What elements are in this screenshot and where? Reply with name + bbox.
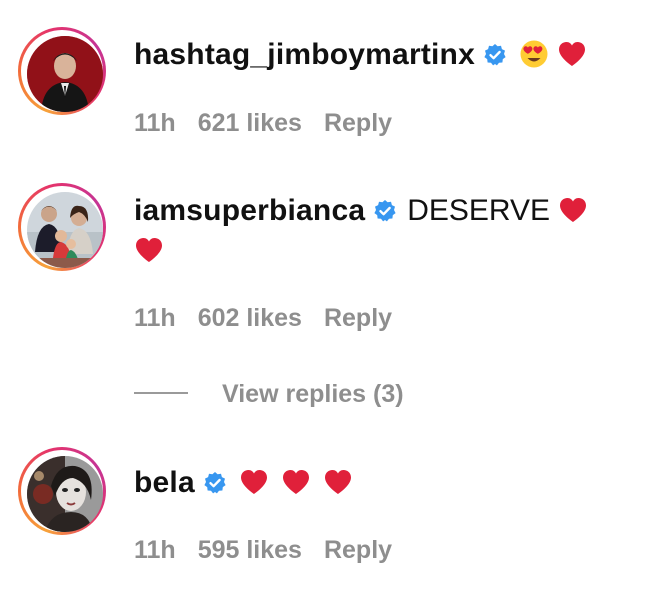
- reply-button[interactable]: Reply: [324, 535, 392, 565]
- comment-text: iamsuperbianca DESERVE: [134, 193, 588, 234]
- verified-badge-icon: [373, 196, 397, 232]
- red-heart-emoji-icon: [558, 195, 588, 234]
- avatar-story-ring[interactable]: [18, 27, 106, 115]
- avatar[interactable]: [27, 192, 103, 268]
- avatar[interactable]: [27, 36, 103, 112]
- comment-text-continued: [126, 233, 164, 274]
- avatar-gap: [21, 186, 103, 268]
- reply-button[interactable]: Reply: [324, 108, 392, 138]
- avatar-gap: [21, 450, 103, 532]
- verified-badge-icon: [483, 40, 507, 76]
- timestamp: 11h: [134, 536, 176, 564]
- comment-meta: 11h 602 likes Reply: [134, 303, 392, 333]
- view-replies[interactable]: View replies (3): [134, 379, 404, 409]
- avatar-story-ring[interactable]: [18, 447, 106, 535]
- comment-text: bela: [134, 465, 353, 506]
- red-heart-emoji-icon: [557, 39, 587, 78]
- avatar-gap: [21, 30, 103, 112]
- comment-meta: 11h 621 likes Reply: [134, 108, 392, 138]
- comment-text: hashtag_jimboymartinx: [134, 37, 587, 78]
- verified-badge-icon: [203, 468, 227, 504]
- avatar-image: [27, 456, 103, 532]
- avatar-image: [27, 36, 103, 112]
- avatar-story-ring[interactable]: [18, 183, 106, 271]
- timestamp: 11h: [134, 109, 176, 137]
- heart-eyes-emoji-icon: [519, 39, 549, 78]
- timestamp: 11h: [134, 304, 176, 332]
- red-heart-emoji-icon: [281, 467, 311, 506]
- replies-divider: [134, 392, 188, 394]
- comment-body: DESERVE: [407, 194, 551, 227]
- comment-meta: 11h 595 likes Reply: [134, 535, 392, 565]
- avatar-image: [27, 192, 103, 268]
- red-heart-emoji-icon: [239, 467, 269, 506]
- likes-count[interactable]: 621 likes: [198, 108, 302, 138]
- view-replies-button[interactable]: View replies (3): [222, 380, 404, 408]
- username[interactable]: hashtag_jimboymartinx: [134, 38, 475, 71]
- likes-count[interactable]: 602 likes: [198, 303, 302, 333]
- username[interactable]: bela: [134, 466, 195, 499]
- username[interactable]: iamsuperbianca: [134, 194, 365, 227]
- avatar[interactable]: [27, 456, 103, 532]
- red-heart-emoji-icon: [323, 467, 353, 506]
- red-heart-emoji-icon: [134, 235, 164, 274]
- reply-button[interactable]: Reply: [324, 303, 392, 333]
- likes-count[interactable]: 595 likes: [198, 535, 302, 565]
